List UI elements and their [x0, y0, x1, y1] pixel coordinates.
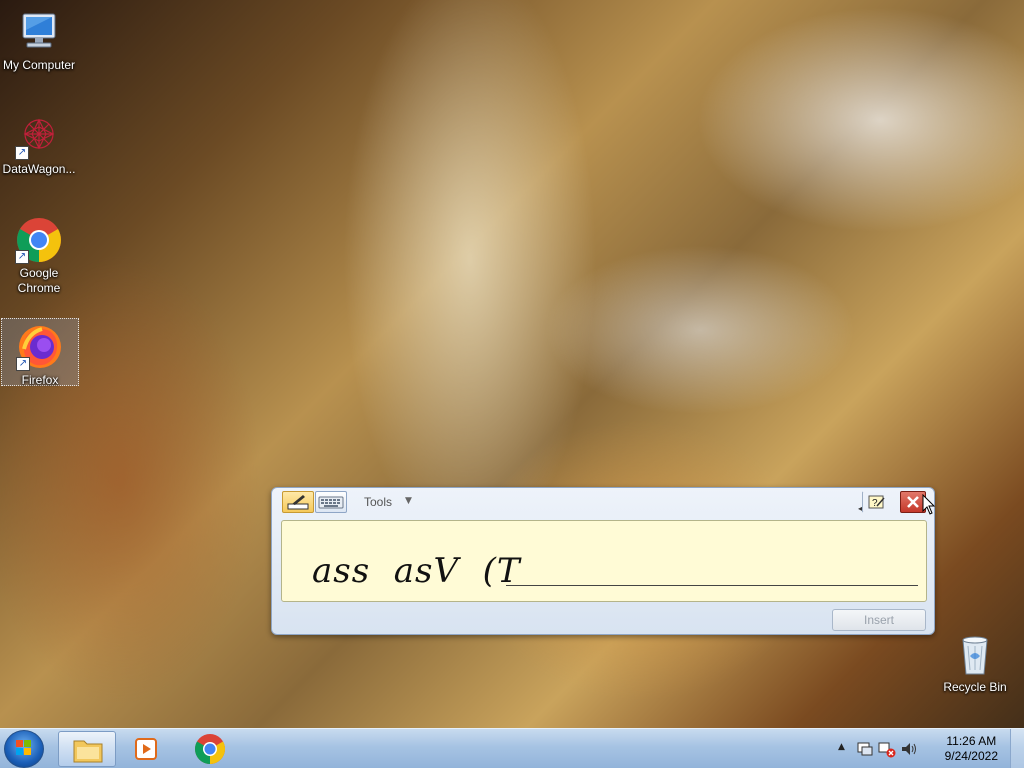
- help-icon: ?: [868, 495, 885, 509]
- show-hidden-icons-button[interactable]: ▲: [838, 742, 845, 752]
- desktop-icon-my-computer[interactable]: My Computer: [0, 4, 78, 76]
- clock-date: 9/24/2022: [944, 749, 998, 763]
- chrome-icon: [194, 734, 226, 764]
- desktop-icon-recycle-bin[interactable]: Recycle Bin: [936, 626, 1014, 698]
- taskbar-google-chrome[interactable]: [180, 731, 238, 767]
- svg-text:?: ?: [872, 498, 878, 509]
- writing-pad-icon: [287, 495, 309, 510]
- start-button[interactable]: [4, 730, 44, 768]
- keyboard-button[interactable]: [315, 491, 347, 513]
- tablet-input-panel: Tools ▼ ◂ ? ass asV (T Insert: [271, 487, 935, 635]
- clock[interactable]: 11:26 AM 9/24/2022: [945, 734, 998, 764]
- chrome-icon: ↗: [15, 216, 63, 264]
- taskbar-media-player[interactable]: [118, 731, 176, 767]
- shortcut-arrow-icon: ↗: [15, 146, 29, 160]
- handwritten-ink: ass asV (T: [312, 551, 521, 591]
- firefox-icon: ↗: [16, 323, 64, 371]
- shortcut-arrow-icon: ↗: [16, 357, 30, 371]
- writing-pad-button[interactable]: [282, 491, 314, 513]
- taskbar-windows-explorer[interactable]: [58, 731, 116, 767]
- datawagon-icon: ↗: [15, 112, 63, 160]
- clock-time: 11:26 AM: [946, 734, 997, 748]
- desktop-icon-label: Recycle Bin: [943, 680, 1007, 694]
- action-center-icon[interactable]: [856, 740, 874, 758]
- desktop-icon-label: Firefox: [21, 373, 59, 387]
- tools-menu[interactable]: Tools: [364, 495, 392, 509]
- insert-button[interactable]: Insert: [832, 609, 926, 631]
- desktop-icon-firefox[interactable]: ↗ Firefox: [1, 318, 79, 387]
- mouse-cursor-icon: [922, 494, 936, 515]
- desktop-icon-google-chrome[interactable]: ↗ Google Chrome: [0, 212, 78, 298]
- taskbar: ▲ 11:26 AM 9/24/2022: [0, 728, 1024, 768]
- windows-logo-icon: [16, 740, 31, 755]
- writing-pad[interactable]: ass asV (T: [281, 520, 927, 602]
- desktop-icon-datawagon[interactable]: ↗ DataWagon...: [0, 108, 78, 180]
- input-panel-toolbar: Tools ▼ ◂ ?: [272, 488, 934, 516]
- desktop-icon-label: My Computer: [2, 58, 76, 72]
- keyboard-icon: [318, 496, 344, 509]
- volume-icon[interactable]: [900, 740, 918, 758]
- desktop-icon-label: Google Chrome: [17, 266, 61, 295]
- folder-icon: [73, 740, 103, 763]
- system-tray: ▲ 11:26 AM 9/24/2022: [834, 729, 1024, 768]
- network-warning-icon[interactable]: [878, 740, 896, 758]
- shortcut-arrow-icon: ↗: [15, 250, 29, 264]
- recycle-bin-icon: [951, 630, 999, 678]
- help-button[interactable]: ?: [862, 491, 890, 513]
- desktop-icon-label: DataWagon...: [2, 162, 76, 176]
- show-desktop-button[interactable]: [1010, 729, 1024, 768]
- writing-line: [506, 585, 918, 586]
- computer-icon: [15, 8, 63, 56]
- chevron-down-icon[interactable]: ▼: [405, 496, 412, 506]
- media-player-icon: [135, 738, 157, 760]
- desktop: My Computer ↗ DataWagon... ↗ Google Chro…: [0, 0, 1024, 728]
